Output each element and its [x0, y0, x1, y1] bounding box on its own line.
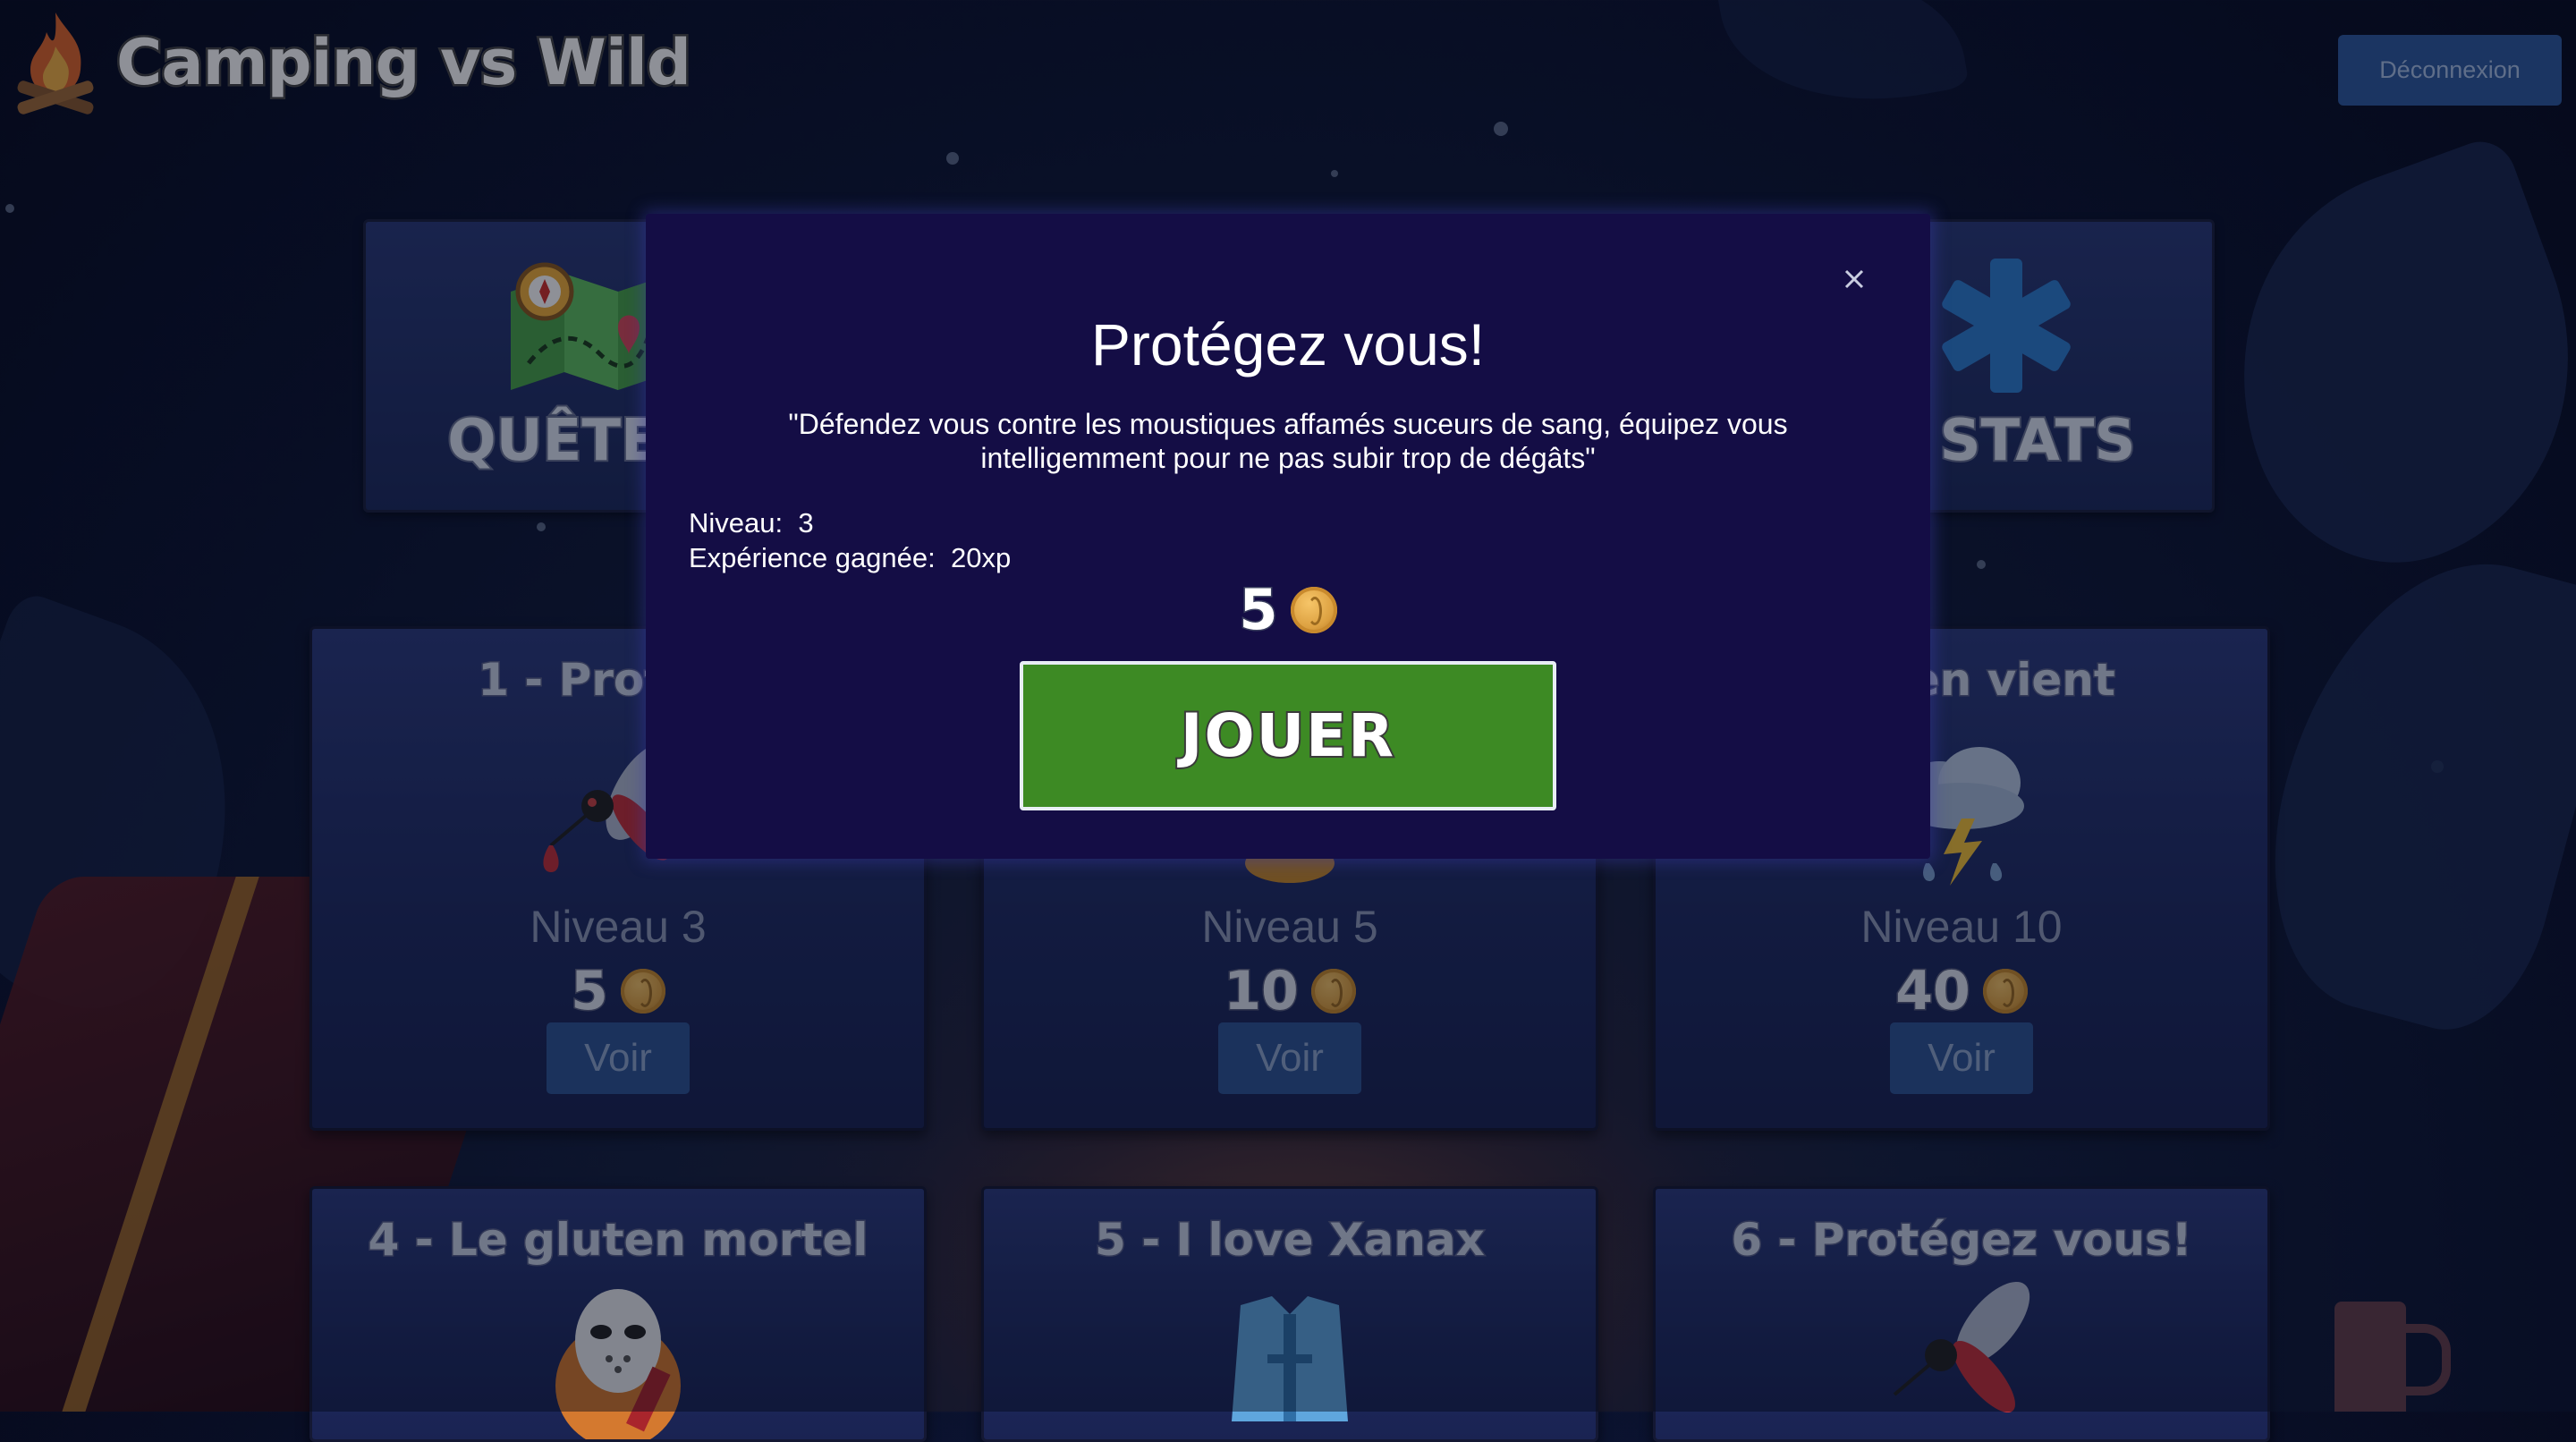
- quest-modal: Protégez vous! "Défendez vous contre les…: [646, 214, 1930, 859]
- price-value: 5: [1238, 576, 1279, 644]
- level-value: 3: [798, 507, 814, 539]
- modal-price: 5: [646, 576, 1930, 644]
- modal-info: Niveau: 3 Expérience gagnée: 20xp: [689, 505, 1011, 575]
- xp-label: Expérience gagnée:: [689, 542, 936, 573]
- close-icon: [1844, 269, 1864, 289]
- modal-title: Protégez vous!: [1090, 311, 1486, 377]
- modal-description: "Défendez vous contre les moustiques aff…: [788, 408, 1788, 474]
- close-button[interactable]: [1832, 257, 1877, 301]
- xp-row: Expérience gagnée: 20xp: [689, 540, 1011, 575]
- level-label: Niveau:: [689, 507, 784, 539]
- play-button[interactable]: JOUER: [1020, 661, 1556, 810]
- coin-icon: [1290, 586, 1337, 633]
- level-row: Niveau: 3: [689, 505, 1011, 540]
- xp-value: 20xp: [951, 542, 1012, 573]
